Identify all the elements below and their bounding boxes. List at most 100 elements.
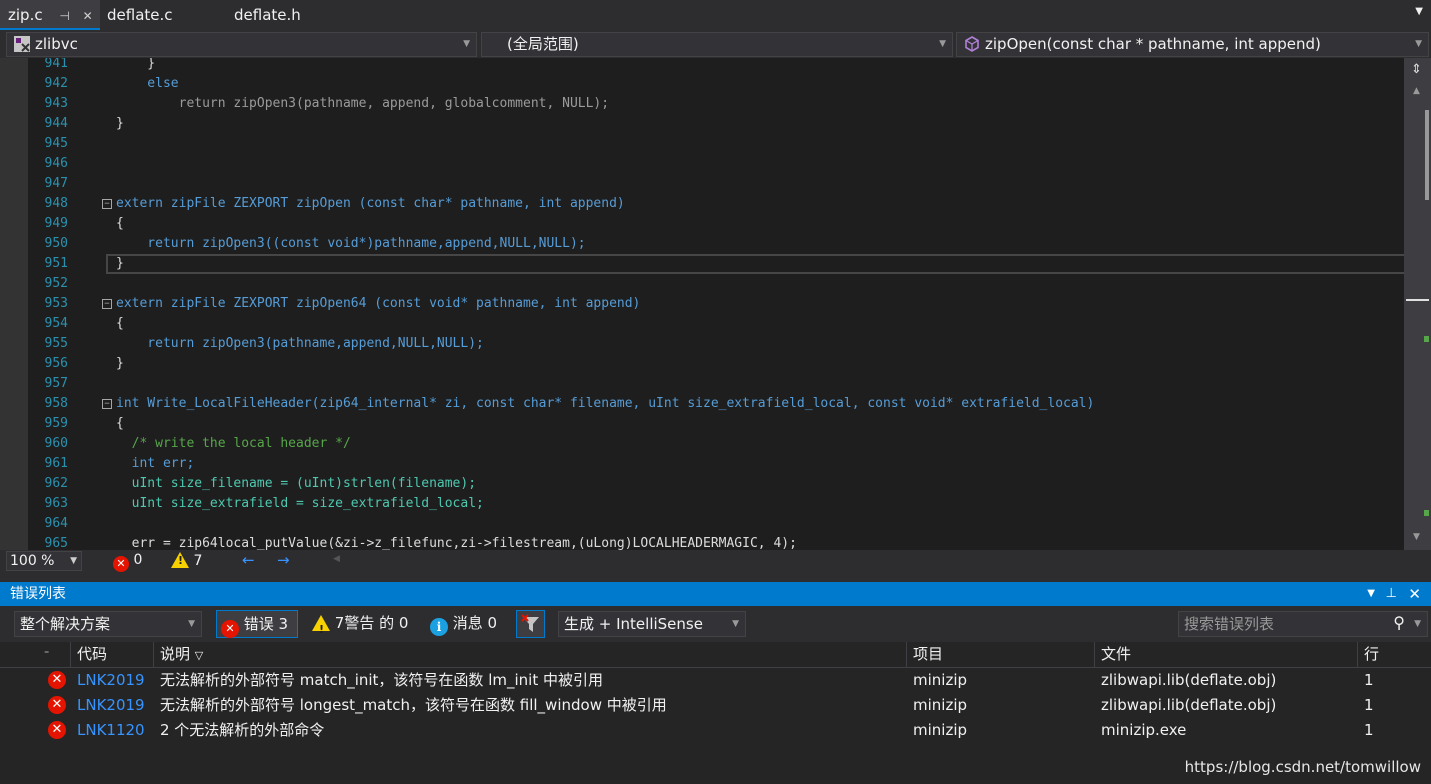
split-icon[interactable]: ⇕ bbox=[1411, 62, 1422, 77]
column-header-line[interactable]: 行 bbox=[1357, 642, 1403, 668]
column-header-project[interactable]: 项目 bbox=[906, 642, 1096, 668]
pin-icon[interactable]: ⊥ bbox=[1386, 582, 1397, 606]
code-line: 961 int err; bbox=[44, 456, 195, 471]
error-description: 无法解析的外部符号 longest_match，该符号在函数 fill_wind… bbox=[160, 696, 667, 714]
messages-filter-label: 消息 0 bbox=[452, 614, 498, 632]
scope-label: (全局范围) bbox=[507, 35, 579, 53]
code-line: 965 err = zip64local_putValue(&zi->z_fil… bbox=[44, 536, 797, 550]
code-line: 943 return zipOpen3(pathname, append, gl… bbox=[44, 96, 610, 111]
error-code-link[interactable]: LNK2019 bbox=[77, 693, 145, 718]
grid-header: ⁼ 代码 说明 ▽ 项目 文件 行 bbox=[0, 642, 1431, 668]
warning-count-indicator[interactable]: 7 bbox=[171, 552, 202, 569]
change-marker bbox=[1424, 336, 1429, 342]
caret-marker bbox=[1406, 299, 1429, 301]
warnings-filter-button[interactable]: 7警告 的 0 bbox=[308, 610, 412, 643]
code-line: 962 uInt size_filename = (uInt)strlen(fi… bbox=[44, 476, 477, 491]
code-line: 952 bbox=[44, 276, 68, 291]
editor-status-strip: 100 % ▼ ✕ 0 7 ← → ◀ bbox=[0, 550, 1431, 572]
chevron-down-icon: ▼ bbox=[70, 556, 77, 566]
error-row[interactable]: ✕ LNK1120 2 个无法解析的外部命令 minizip minizip.e… bbox=[0, 718, 1431, 743]
messages-filter-button[interactable]: i 消息 0 bbox=[426, 610, 501, 638]
chevron-down-icon[interactable]: ▼ bbox=[1414, 612, 1421, 636]
search-icon[interactable]: ⚲ bbox=[1393, 611, 1405, 635]
code-line: 948− extern zipFile ZEXPORT zipOpen (cons… bbox=[44, 196, 625, 211]
clear-filter-button[interactable] bbox=[516, 610, 545, 638]
project-dropdown[interactable]: zlibvc ▼ bbox=[6, 32, 477, 57]
tab-label: deflate.c bbox=[107, 6, 173, 24]
build-filter-label: 生成 + IntelliSense bbox=[564, 615, 703, 633]
panel-menu-icon[interactable]: ▼ bbox=[1367, 582, 1375, 606]
error-row[interactable]: ✕ LNK2019 无法解析的外部符号 longest_match，该符号在函数… bbox=[0, 693, 1431, 718]
error-count-indicator[interactable]: ✕ 0 bbox=[113, 552, 142, 572]
error-icon: ✕ bbox=[48, 696, 66, 714]
error-file: zlibwapi.lib(deflate.obj) bbox=[1101, 696, 1277, 714]
column-header-code[interactable]: 代码 bbox=[70, 642, 154, 668]
tab-overflow-icon[interactable]: ▼ bbox=[1415, 6, 1423, 17]
scroll-up-arrow-icon[interactable]: ▲ bbox=[1413, 86, 1420, 96]
indicator-margin bbox=[0, 58, 28, 550]
code-line: 941 } bbox=[44, 58, 156, 71]
tab-label: deflate.h bbox=[234, 6, 301, 24]
scope-dropdown[interactable]: (全局范围) ▼ bbox=[481, 32, 953, 57]
warnings-filter-label: 7警告 的 0 bbox=[334, 614, 409, 632]
nav-back-arrow-icon[interactable]: ← bbox=[242, 551, 255, 569]
nav-forward-arrow-icon[interactable]: → bbox=[277, 551, 290, 569]
pin-icon[interactable]: ⊣ bbox=[59, 9, 69, 23]
error-list-toolbar: 整个解决方案 ▼ ✕ 错误 3 7警告 的 0 i 消息 0 生成 + Inte… bbox=[0, 606, 1431, 643]
error-row[interactable]: ✕ LNK2019 无法解析的外部符号 match_init，该符号在函数 lm… bbox=[0, 668, 1431, 693]
search-error-list-input[interactable]: 搜索错误列表 ⚲ ▼ bbox=[1178, 611, 1428, 637]
panel-title: 错误列表 bbox=[10, 586, 66, 602]
error-icon: ✕ bbox=[221, 620, 239, 638]
close-icon[interactable]: ✕ bbox=[1408, 582, 1421, 606]
code-line: 959{ bbox=[44, 416, 124, 431]
tab-deflate-c[interactable]: deflate.c bbox=[99, 0, 225, 30]
code-line: 955 return zipOpen3(pathname,append,NULL… bbox=[44, 336, 484, 351]
build-filter-dropdown[interactable]: 生成 + IntelliSense ▼ bbox=[558, 611, 746, 637]
chevron-down-icon: ▼ bbox=[463, 39, 470, 49]
error-list-grid: ⁼ 代码 说明 ▽ 项目 文件 行 ✕ LNK2019 无法解析的外部符号 ma… bbox=[0, 642, 1431, 784]
project-name: zlibvc bbox=[35, 35, 78, 53]
collapse-icon[interactable]: − bbox=[102, 399, 112, 409]
error-project: minizip bbox=[913, 721, 968, 739]
scope-filter-label: 整个解决方案 bbox=[20, 615, 111, 633]
zoom-level: 100 % bbox=[10, 553, 55, 569]
code-editor[interactable]: 941 } 942 else 943 return zipOpen3(pathn… bbox=[0, 58, 1431, 550]
scroll-down-arrow-icon[interactable]: ▼ bbox=[1413, 532, 1420, 542]
search-placeholder: 搜索错误列表 bbox=[1184, 615, 1275, 633]
error-description: 无法解析的外部符号 match_init，该符号在函数 lm_init 中被引用 bbox=[160, 671, 603, 689]
sort-descending-icon: ▽ bbox=[194, 649, 204, 662]
errors-filter-button[interactable]: ✕ 错误 3 bbox=[216, 610, 298, 638]
vertical-scrollbar[interactable]: ⇕ ▲ ▼ bbox=[1404, 58, 1431, 550]
hscroll-left-arrow-icon[interactable]: ◀ bbox=[333, 554, 340, 564]
project-icon bbox=[14, 36, 30, 52]
scope-filter-dropdown[interactable]: 整个解决方案 ▼ bbox=[14, 611, 202, 637]
close-icon[interactable]: ✕ bbox=[83, 9, 93, 23]
warning-icon bbox=[312, 615, 330, 643]
zoom-dropdown[interactable]: 100 % ▼ bbox=[6, 551, 82, 571]
error-code-link[interactable]: LNK2019 bbox=[77, 668, 145, 693]
column-header-description[interactable]: 说明 ▽ bbox=[153, 642, 907, 668]
tab-zip-c[interactable]: zip.c ⊣ ✕ bbox=[0, 0, 100, 30]
error-icon: ✕ bbox=[48, 721, 66, 739]
error-file: minizip.exe bbox=[1101, 721, 1187, 739]
member-dropdown[interactable]: zipOpen(const char * pathname, int appen… bbox=[956, 32, 1429, 57]
column-header-file[interactable]: 文件 bbox=[1094, 642, 1357, 668]
code-line: 960 /* write the local header */ bbox=[44, 436, 351, 451]
code-line: 963 uInt size_extrafield = size_extrafie… bbox=[44, 496, 484, 511]
error-project: minizip bbox=[913, 696, 968, 714]
code-lines[interactable]: 941 } 942 else 943 return zipOpen3(pathn… bbox=[28, 58, 1429, 550]
error-line: 1 bbox=[1364, 696, 1374, 714]
error-description: 2 个无法解析的外部命令 bbox=[160, 721, 325, 739]
collapse-icon[interactable]: − bbox=[102, 199, 112, 209]
warning-count: 7 bbox=[193, 553, 203, 569]
document-tab-bar: zip.c ⊣ ✕ deflate.c deflate.h ▼ bbox=[0, 0, 1431, 30]
error-code-link[interactable]: LNK1120 bbox=[77, 718, 145, 743]
collapse-icon[interactable]: − bbox=[102, 299, 112, 309]
column-sort-icon[interactable]: ⁼ bbox=[38, 642, 70, 668]
navigation-bar: zlibvc ▼ (全局范围) ▼ zipOpen(const char * p… bbox=[0, 30, 1431, 58]
scroll-thumb[interactable] bbox=[1425, 110, 1429, 200]
chevron-down-icon: ▼ bbox=[188, 619, 195, 629]
error-icon: ✕ bbox=[113, 556, 129, 572]
errors-filter-label: 错误 3 bbox=[243, 615, 289, 633]
tab-deflate-h[interactable]: deflate.h bbox=[226, 0, 346, 30]
